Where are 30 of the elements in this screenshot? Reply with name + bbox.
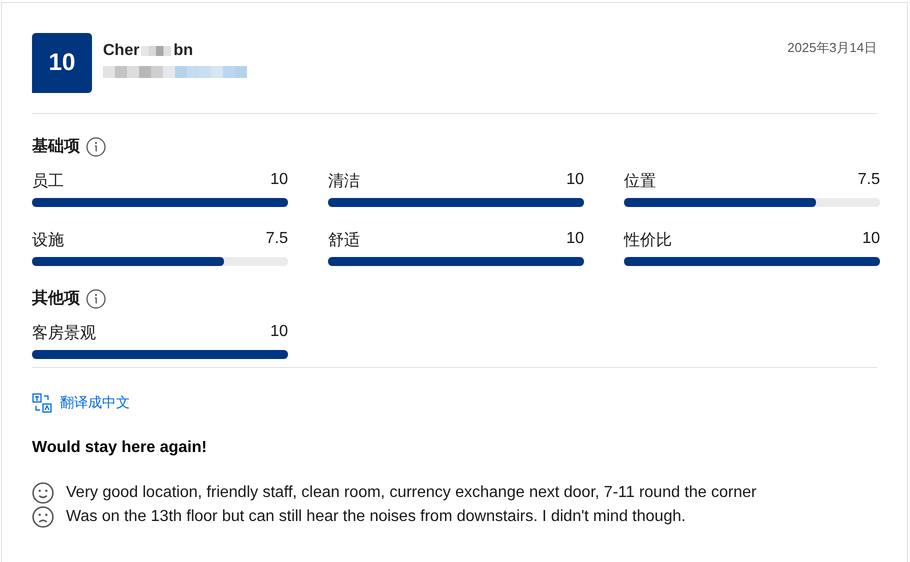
review-comment: Was on the 13th floor but can still hear the noises from downstairs. I didn't mind though. xyxy=(66,508,686,526)
rating-value: 10 xyxy=(270,171,288,190)
review-date: 2025年3月14日 xyxy=(787,39,877,57)
blurred-name-drawing xyxy=(141,44,172,58)
rating-value: 7.5 xyxy=(266,230,288,249)
rating-label: 舒适 xyxy=(328,230,360,251)
review-comment: Very good location, friendly staff, clean room, currency exchange next door, 7-11 round the corner xyxy=(66,484,756,502)
review-title: Would stay here again! xyxy=(32,439,208,457)
rating-label: 清洁 xyxy=(328,171,360,192)
rating-value: 10 xyxy=(566,171,584,190)
rating-value: 10 xyxy=(270,323,288,342)
smiley-icon xyxy=(32,482,54,504)
rating-label: 性价比 xyxy=(624,230,672,251)
frown-icon xyxy=(32,506,54,528)
rating-label: 客房景观 xyxy=(32,323,96,344)
rating-label: 位置 xyxy=(624,171,656,192)
info-icon[interactable] xyxy=(86,288,106,308)
section-title: 基础项 xyxy=(32,136,80,157)
rating-value: 7.5 xyxy=(858,171,880,190)
rating-value: 10 xyxy=(862,230,880,249)
reviewer-name: Cher xyxy=(103,42,140,60)
rating-label: 员工 xyxy=(32,171,64,192)
translate-icon xyxy=(32,393,52,413)
translate-link[interactable]: 翻译成中文 xyxy=(32,393,130,413)
section-title: 其他项 xyxy=(32,288,80,309)
rating-value: 10 xyxy=(566,230,584,249)
reviewer-name: bn xyxy=(173,42,193,60)
info-icon[interactable] xyxy=(86,136,106,156)
rating-label: 设施 xyxy=(32,230,64,251)
score-badge: 10 xyxy=(32,33,92,93)
